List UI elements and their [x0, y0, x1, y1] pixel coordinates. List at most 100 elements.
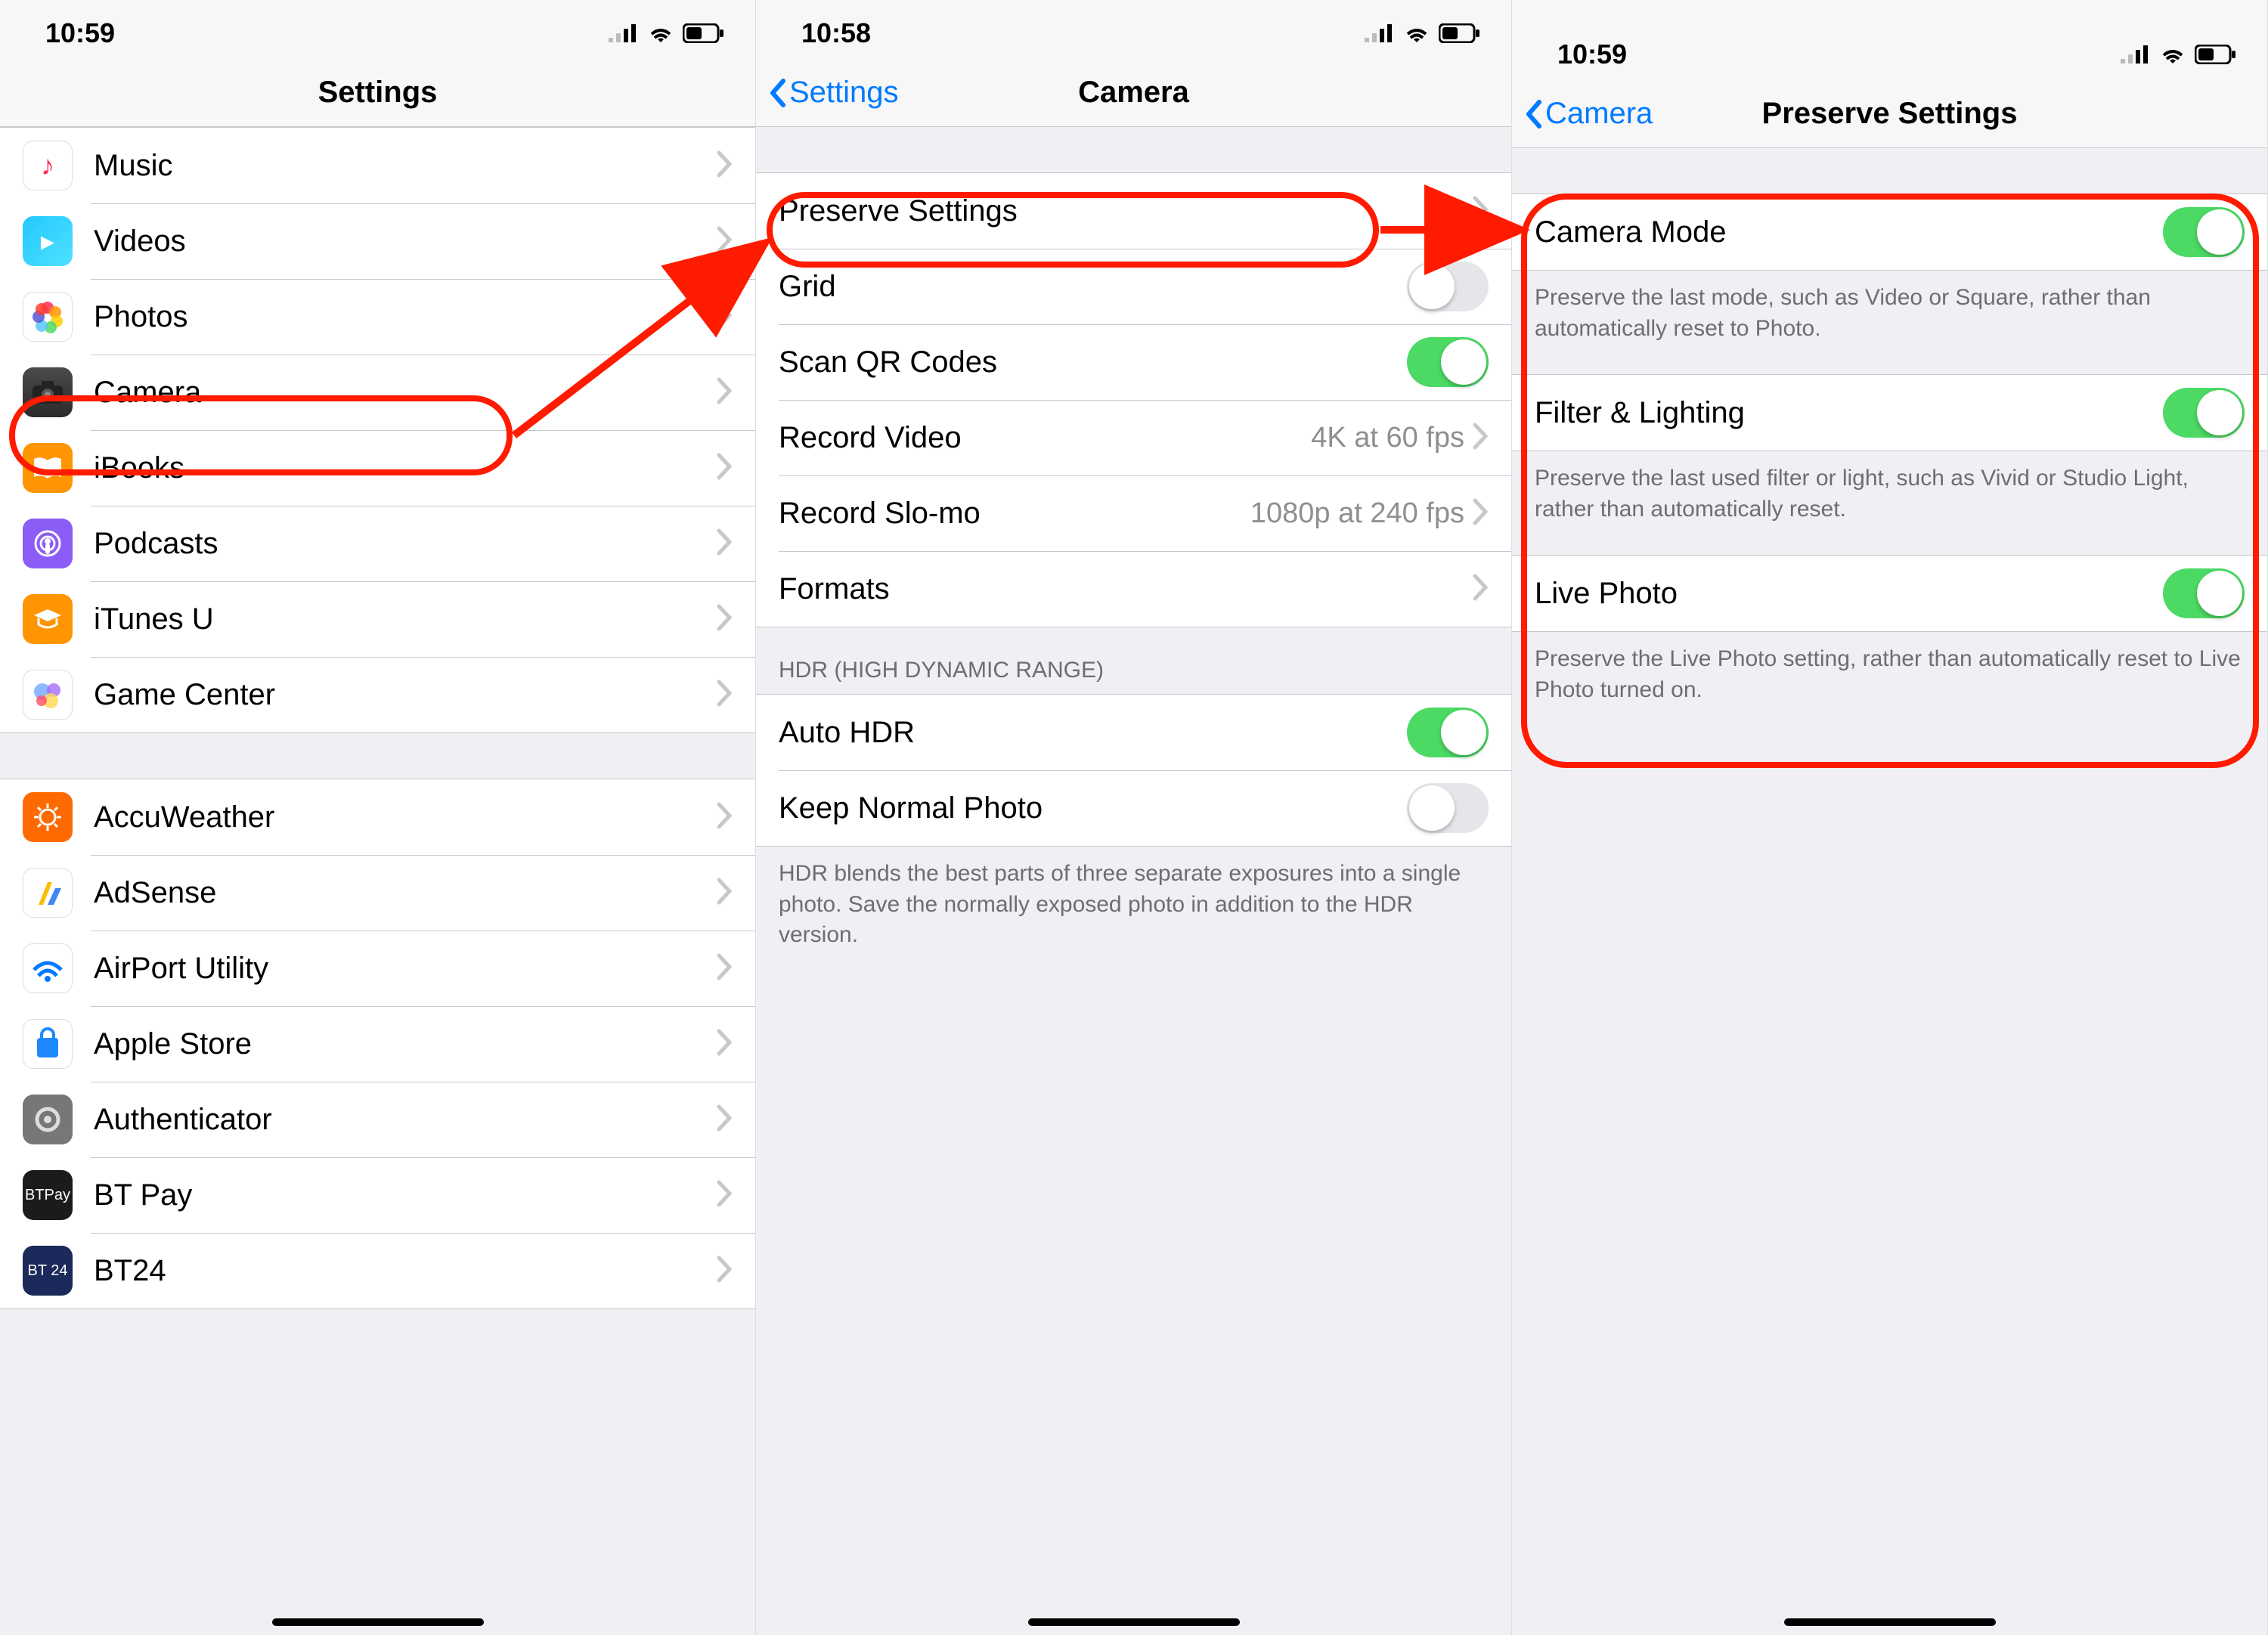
row-grid[interactable]: Grid — [756, 249, 1511, 324]
row-label: Formats — [779, 572, 1472, 606]
row-record-video[interactable]: Record Video 4K at 60 fps — [756, 400, 1511, 475]
row-formats[interactable]: Formats — [756, 551, 1511, 627]
btpay-icon: BTPay — [23, 1170, 73, 1220]
hdr-footer: HDR blends the best parts of three separ… — [756, 847, 1511, 958]
chevron-right-icon — [716, 452, 733, 485]
row-adsense[interactable]: AdSense — [0, 855, 755, 931]
row-photos[interactable]: Photos — [0, 279, 755, 355]
row-authenticator[interactable]: Authenticator — [0, 1082, 755, 1157]
row-airport[interactable]: AirPort Utility — [0, 931, 755, 1006]
status-icons — [609, 23, 725, 43]
chevron-right-icon — [1472, 422, 1489, 454]
row-music[interactable]: ♪ Music — [0, 128, 755, 203]
battery-icon — [2195, 45, 2237, 64]
camera-mode-footer: Preserve the last mode, such as Video or… — [1512, 271, 2267, 351]
filter-lighting-footer: Preserve the last used filter or light, … — [1512, 451, 2267, 532]
row-camera-mode[interactable]: Camera Mode — [1512, 194, 2267, 270]
accuweather-icon — [23, 792, 73, 842]
row-auto-hdr[interactable]: Auto HDR — [756, 695, 1511, 770]
grid-toggle[interactable] — [1407, 262, 1489, 311]
row-label: Photos — [94, 300, 716, 334]
home-indicator[interactable] — [1028, 1618, 1240, 1626]
status-time: 10:59 — [45, 17, 115, 49]
row-label: Record Slo-mo — [779, 497, 1250, 531]
podcasts-icon — [23, 519, 73, 568]
row-camera[interactable]: Camera — [0, 355, 755, 430]
camera-group-hdr: Auto HDR Keep Normal Photo — [756, 694, 1511, 847]
status-time: 10:59 — [1557, 39, 1627, 70]
chevron-right-icon — [716, 952, 733, 985]
authenticator-icon — [23, 1095, 73, 1144]
camera-icon — [23, 367, 73, 417]
chevron-right-icon — [716, 150, 733, 182]
hdr-section-header: HDR (HIGH DYNAMIC RANGE) — [756, 627, 1511, 694]
row-accuweather[interactable]: AccuWeather — [0, 779, 755, 855]
chevron-right-icon — [1472, 195, 1489, 228]
live-photo-toggle[interactable] — [2163, 568, 2245, 618]
row-keep-normal[interactable]: Keep Normal Photo — [756, 770, 1511, 846]
home-indicator[interactable] — [1784, 1618, 1996, 1626]
row-record-slomo[interactable]: Record Slo-mo 1080p at 240 fps — [756, 475, 1511, 551]
status-bar: 10:59 — [1512, 0, 2267, 80]
row-btpay[interactable]: BTPay BT Pay — [0, 1157, 755, 1233]
wifi-icon — [646, 23, 675, 43]
chevron-right-icon — [716, 528, 733, 560]
cellular-icon — [609, 24, 639, 42]
row-label: AccuWeather — [94, 800, 716, 835]
chevron-right-icon — [716, 603, 733, 636]
row-scan-qr[interactable]: Scan QR Codes — [756, 324, 1511, 400]
chevron-right-icon — [1472, 573, 1489, 605]
filter-lighting-toggle[interactable] — [2163, 388, 2245, 438]
camera-mode-toggle[interactable] — [2163, 207, 2245, 257]
row-label: iTunes U — [94, 602, 716, 636]
airport-icon — [23, 943, 73, 993]
row-label: Music — [94, 149, 716, 183]
camera-group-main: Preserve Settings Grid Scan QR Codes Rec… — [756, 172, 1511, 627]
chevron-right-icon — [716, 679, 733, 711]
row-label: Camera — [94, 376, 716, 410]
battery-icon — [1439, 23, 1481, 43]
settings-group-apple-apps: ♪ Music ▸ Videos Photos Camera iBooks Po… — [0, 127, 755, 733]
row-applestore[interactable]: Apple Store — [0, 1006, 755, 1082]
chevron-right-icon — [716, 225, 733, 258]
chevron-right-icon — [716, 1255, 733, 1287]
cellular-icon — [1365, 24, 1395, 42]
row-filter-lighting[interactable]: Filter & Lighting — [1512, 375, 2267, 451]
nav-header: Settings Camera — [756, 59, 1511, 127]
row-label: Apple Store — [94, 1027, 716, 1061]
row-videos[interactable]: ▸ Videos — [0, 203, 755, 279]
row-label: Game Center — [94, 678, 716, 712]
status-bar: 10:58 — [756, 0, 1511, 59]
wifi-icon — [2158, 45, 2187, 64]
row-preserve-settings[interactable]: Preserve Settings — [756, 173, 1511, 249]
row-label: Live Photo — [1535, 577, 2163, 611]
row-label: AirPort Utility — [94, 952, 716, 986]
gamecenter-icon — [23, 670, 73, 720]
chevron-left-icon — [767, 76, 788, 110]
preserve-group-filter: Filter & Lighting — [1512, 374, 2267, 451]
row-live-photo[interactable]: Live Photo — [1512, 556, 2267, 631]
row-bt24[interactable]: BT 24 BT24 — [0, 1233, 755, 1308]
auto-hdr-toggle[interactable] — [1407, 708, 1489, 757]
chevron-right-icon — [716, 877, 733, 909]
home-indicator[interactable] — [272, 1618, 484, 1626]
status-time: 10:58 — [801, 17, 871, 49]
nav-header: Camera Preserve Settings — [1512, 80, 2267, 148]
row-gamecenter[interactable]: Game Center — [0, 657, 755, 732]
keep-normal-toggle[interactable] — [1407, 783, 1489, 833]
back-button[interactable]: Camera — [1523, 97, 1653, 131]
row-itunesu[interactable]: iTunes U — [0, 581, 755, 657]
page-title: Settings — [318, 76, 438, 110]
back-button[interactable]: Settings — [767, 76, 899, 110]
row-value: 1080p at 240 fps — [1250, 497, 1464, 530]
row-ibooks[interactable]: iBooks — [0, 430, 755, 506]
row-podcasts[interactable]: Podcasts — [0, 506, 755, 581]
music-icon: ♪ — [23, 141, 73, 190]
scan-qr-toggle[interactable] — [1407, 337, 1489, 387]
cellular-icon — [2121, 45, 2151, 63]
chevron-right-icon — [716, 1104, 733, 1136]
row-label: Preserve Settings — [779, 194, 1472, 228]
status-icons — [1365, 23, 1481, 43]
chevron-right-icon — [716, 1179, 733, 1212]
chevron-right-icon — [716, 301, 733, 333]
